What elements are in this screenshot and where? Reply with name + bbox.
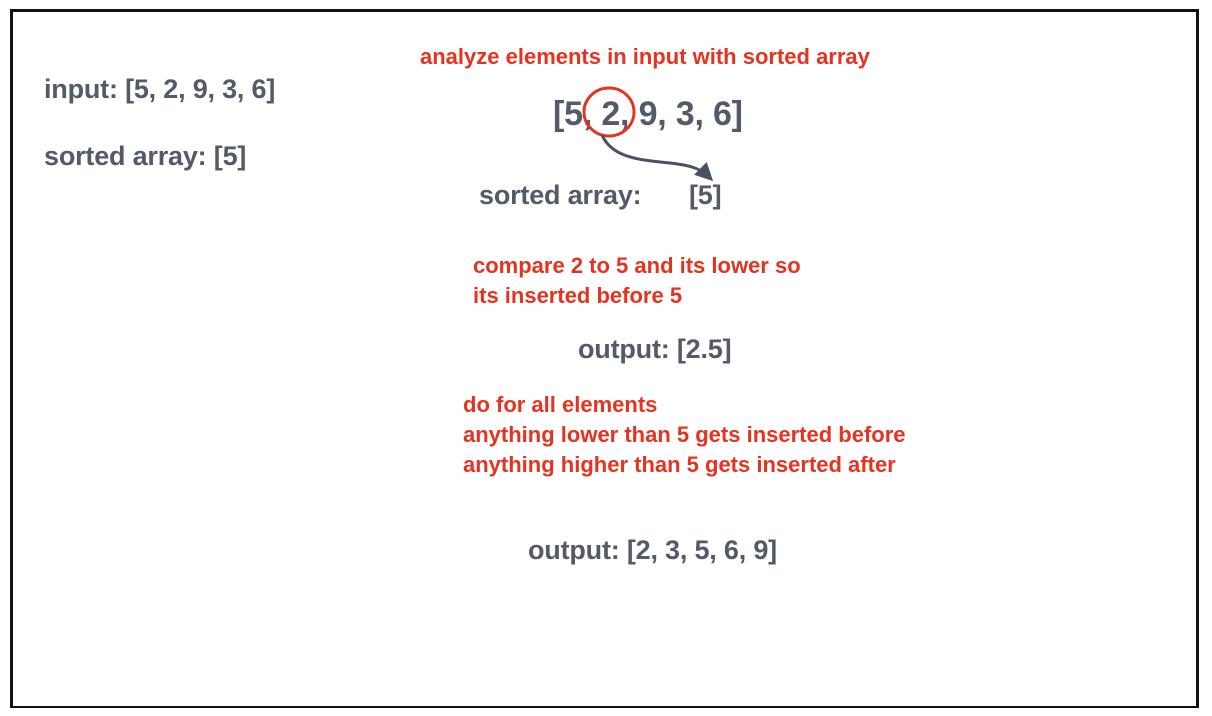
sorted-array-caption: sorted array: xyxy=(479,180,642,210)
rule-note-line: do for all elements xyxy=(463,392,658,417)
diagram-heading: analyze elements in input with sorted ar… xyxy=(420,44,870,69)
intermediate-output: output: [2.5] xyxy=(578,334,732,364)
array-element-first: 5, xyxy=(564,95,593,133)
input-array-label: input: [5, 2, 9, 3, 6] xyxy=(44,74,276,104)
sorted-array-value: [5] xyxy=(689,180,722,210)
compare-note-line: compare 2 to 5 and its lower so xyxy=(473,253,801,278)
rule-note-line: anything higher than 5 gets inserted aft… xyxy=(463,452,896,477)
rule-note-line: anything lower than 5 gets inserted befo… xyxy=(463,422,906,447)
rule-note: do for all elements anything lower than … xyxy=(463,390,906,480)
compare-note: compare 2 to 5 and its lower so its inse… xyxy=(473,251,801,311)
array-element-highlighted: 2, xyxy=(601,95,630,133)
final-output: output: [2, 3, 5, 6, 9] xyxy=(528,535,777,565)
sorted-array-label: sorted array: [5] xyxy=(44,141,247,171)
array-display: [5, 2, 9, 3, 6] xyxy=(553,95,743,134)
compare-note-line: its inserted before 5 xyxy=(473,283,683,308)
array-element-rest: 9, 3, 6] xyxy=(638,95,743,133)
array-open-bracket: [ xyxy=(553,95,565,133)
